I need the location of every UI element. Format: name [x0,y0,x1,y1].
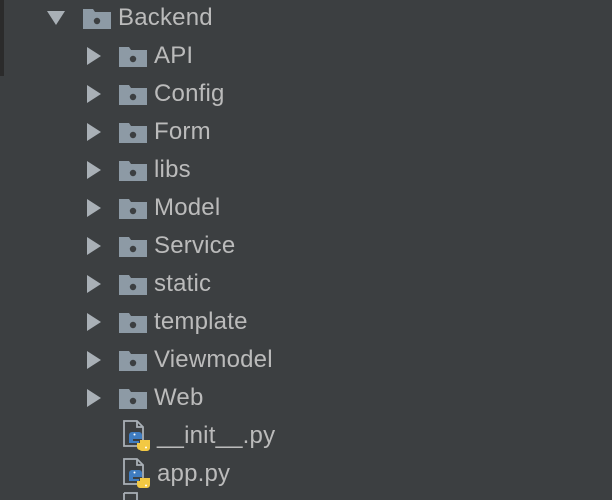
tree-node-label: app.py [157,460,231,487]
tree-node-label: Web [154,384,204,411]
folder-icon [119,82,147,106]
expand-right-arrow-icon[interactable] [84,84,104,104]
tree-node-label: Backend [118,4,213,31]
tree-node-label: API [154,42,194,69]
folder-icon [119,310,147,334]
tree-node-partial[interactable] [121,490,158,500]
tree-node-static[interactable]: static [84,265,211,303]
tree-node-label: Form [154,118,211,145]
expand-right-arrow-icon[interactable] [84,236,104,256]
tree-node-label: static [154,270,212,297]
expand-right-arrow-icon[interactable] [84,46,104,66]
python-file-icon [121,420,151,452]
tree-node-label: template [154,308,248,335]
tree-node-template[interactable]: template [84,303,248,341]
tree-node-form[interactable]: Form [84,113,211,151]
tree-node-viewmodel[interactable]: Viewmodel [84,341,273,379]
folder-icon [119,234,147,258]
expand-down-arrow-icon[interactable] [46,8,66,28]
tree-node-label: libs [154,156,191,183]
folder-icon [119,196,147,220]
tree-node-app-py[interactable]: app.py [121,455,230,493]
tree-node-label: __init__.py [157,422,276,449]
tree-node-model[interactable]: Model [84,189,220,227]
tree-node-init-py[interactable]: __init__.py [121,417,275,455]
expand-right-arrow-icon[interactable] [84,312,104,332]
tree-node-label: Config [154,80,225,107]
python-file-icon [121,458,151,490]
expand-right-arrow-icon[interactable] [84,350,104,370]
file-icon [121,490,151,500]
project-tree: Backend API Config Form libs Model Servi… [0,0,612,500]
tree-node-config[interactable]: Config [84,75,225,113]
expand-right-arrow-icon[interactable] [84,198,104,218]
tree-node-service[interactable]: Service [84,227,235,265]
tree-node-libs[interactable]: libs [84,151,191,189]
expand-right-arrow-icon[interactable] [84,274,104,294]
folder-icon [119,272,147,296]
expand-right-arrow-icon[interactable] [84,160,104,180]
folder-icon [83,6,111,30]
expand-right-arrow-icon[interactable] [84,388,104,408]
tree-node-api[interactable]: API [84,37,193,75]
tree-node-label: Model [154,194,221,221]
folder-icon [119,386,147,410]
tree-node-web[interactable]: Web [84,379,204,417]
folder-icon [119,120,147,144]
tree-node-label: Viewmodel [154,346,273,373]
tree-node-backend[interactable]: Backend [46,0,213,37]
folder-icon [119,158,147,182]
folder-icon [119,44,147,68]
expand-right-arrow-icon[interactable] [84,122,104,142]
folder-icon [119,348,147,372]
tree-node-label: Service [154,232,236,259]
